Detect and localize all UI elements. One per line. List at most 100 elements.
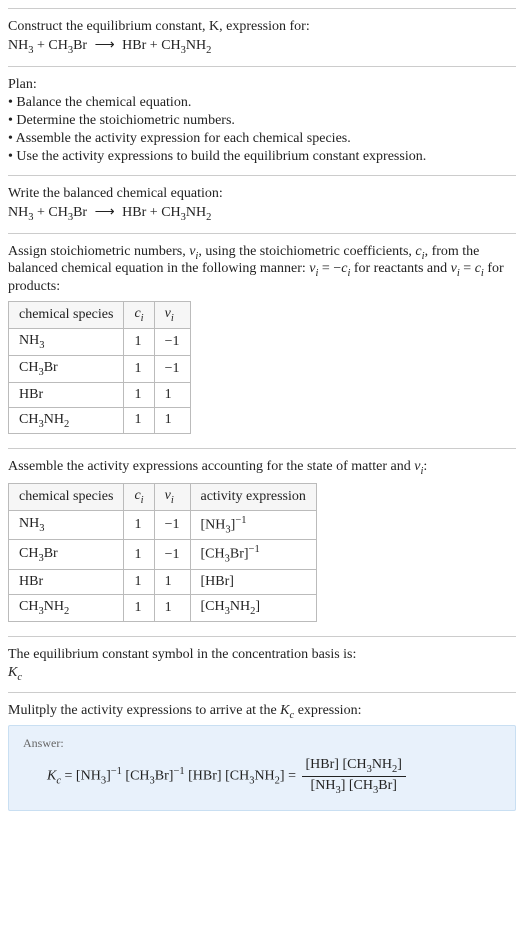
cell-activity: [HBr] (190, 569, 316, 594)
section-stoich: Assign stoichiometric numbers, νi, using… (8, 233, 516, 449)
plan-bullet-1: • Balance the chemical equation. (8, 95, 516, 111)
ans-eq2: = (285, 769, 300, 784)
th2-c-sub: i (141, 495, 144, 506)
section-activity: Assemble the activity expressions accoun… (8, 448, 516, 635)
cell-species: CH3NH2 (9, 407, 124, 434)
a4-ch: CH (19, 599, 38, 614)
section-prompt: Construct the equilibrium constant, K, e… (8, 8, 516, 66)
activity-table: chemical species ci νi activity expressi… (8, 483, 317, 622)
th-nui: νi (154, 302, 190, 329)
fraction-numerator: [HBr] [CH3NH2] (302, 757, 406, 777)
a4-nh: NH (44, 599, 64, 614)
balanced-equation: NH3 + CH3Br ⟶ HBr + CH3NH2 (8, 204, 516, 223)
cell-activity: [NH3]−1 (190, 510, 316, 539)
a1-nh: NH (19, 516, 39, 531)
th2-nu-sub: i (171, 495, 174, 506)
a1-exp-sup: −1 (235, 515, 246, 526)
ch3nh2-b: NH (186, 38, 206, 53)
a4-exp-c: ] (255, 599, 260, 614)
ans-p2b: Br] (155, 769, 174, 784)
b-plus-1: + (33, 205, 48, 220)
table-row: CH3Br 1 −1 (9, 355, 191, 382)
reaction-equation: NH3 + CH3Br ⟶ HBr + CH3NH2 (8, 37, 516, 56)
th-nu-sub: i (171, 313, 174, 324)
ans-p2sup: −1 (173, 766, 184, 777)
ans-p4a: [CH (225, 769, 249, 784)
table-row: HBr 1 1 (9, 382, 191, 407)
stoich-text: Assign stoichiometric numbers, νi, using… (8, 244, 516, 296)
ch3nh2-a: CH (161, 38, 180, 53)
plan-title: Plan: (8, 77, 516, 93)
den1b: ] (341, 778, 349, 793)
r1-nh: NH (19, 333, 39, 348)
a2-exp-a: [CH (201, 547, 225, 562)
mult-t1: Mulitply the activity expressions to arr… (8, 703, 280, 718)
section-answer: Mulitply the activity expressions to arr… (8, 692, 516, 818)
table-row: CH3Br 1 −1 [CH3Br]−1 (9, 540, 317, 569)
cell-nui: 1 (154, 407, 190, 434)
st-rel2b: = (460, 261, 475, 276)
b-hbr: HBr (122, 205, 146, 220)
a4-exp-a: [CH (201, 599, 225, 614)
cell-ci: 1 (124, 510, 154, 539)
act-title-text: Assemble the activity expressions accoun… (8, 459, 414, 474)
plan-bullet-2: • Determine the stoichiometric numbers. (8, 113, 516, 129)
a4-exp-b: NH (230, 599, 250, 614)
cell-nui: −1 (154, 510, 190, 539)
table-row: HBr 1 1 [HBr] (9, 569, 317, 594)
ans-kc: K (47, 769, 56, 784)
section-plan: Plan: • Balance the chemical equation. •… (8, 66, 516, 175)
section-kc-symbol: The equilibrium constant symbol in the c… (8, 636, 516, 693)
a2-ch: CH (19, 546, 38, 561)
fraction-denominator: [NH3] [CH3Br] (302, 777, 406, 796)
table-row: NH3 1 −1 (9, 328, 191, 355)
cell-species: NH3 (9, 328, 124, 355)
th-species: chemical species (9, 302, 124, 329)
kc-title: The equilibrium constant symbol in the c… (8, 647, 516, 663)
cell-species: CH3Br (9, 540, 124, 569)
cell-activity: [CH3NH2] (190, 594, 316, 621)
r4-nh-sub: 2 (64, 418, 69, 429)
a2-exp-sup: −1 (249, 544, 260, 555)
a1-exp-a: [NH (201, 518, 226, 533)
num2b: NH (372, 757, 392, 772)
cell-activity: [CH3Br]−1 (190, 540, 316, 569)
cell-ci: 1 (124, 540, 154, 569)
ch3br-a: CH (48, 38, 67, 53)
plan-bullet-4: • Use the activity expressions to build … (8, 149, 516, 165)
answer-label: Answer: (23, 736, 501, 751)
cell-species: HBr (9, 382, 124, 407)
r4-nh: NH (44, 412, 64, 427)
table-row: CH3NH2 1 1 [CH3NH2] (9, 594, 317, 621)
b-plus-2: + (146, 205, 161, 220)
ans-p3: [HBr] (188, 769, 221, 784)
table-row: NH3 1 −1 [NH3]−1 (9, 510, 317, 539)
cell-ci: 1 (124, 382, 154, 407)
plan-bullet-3: • Assemble the activity expression for e… (8, 131, 516, 147)
cell-species: CH3NH2 (9, 594, 124, 621)
arrow-icon: ⟶ (95, 37, 115, 54)
prompt-title: Construct the equilibrium constant, K, e… (8, 19, 516, 35)
plus-2: + (146, 38, 161, 53)
plus-1: + (33, 38, 48, 53)
b-ch3nh2-a: CH (161, 205, 180, 220)
ans-p1a: [NH (76, 769, 101, 784)
th-ci-sub: i (141, 313, 144, 324)
th-species: chemical species (9, 484, 124, 511)
cell-species: CH3Br (9, 355, 124, 382)
table-header-row: chemical species ci νi activity expressi… (9, 484, 317, 511)
prompt-title-text: Construct the equilibrium constant, K, e… (8, 19, 310, 34)
th-nui: νi (154, 484, 190, 511)
num2a: [CH (342, 757, 366, 772)
a4-nh-sub: 2 (64, 606, 69, 617)
cell-nui: 1 (154, 594, 190, 621)
st-rel1b: = − (318, 261, 341, 276)
answer-equation: Kc = [NH3]−1 [CH3Br]−1 [HBr] [CH3NH2] = … (23, 757, 501, 796)
th-activity: activity expression (190, 484, 316, 511)
ans-p4b: NH (254, 769, 274, 784)
num1: [HBr] (306, 757, 343, 772)
cell-nui: −1 (154, 328, 190, 355)
a2-exp-b: Br] (230, 547, 249, 562)
multiply-text: Mulitply the activity expressions to arr… (8, 703, 516, 721)
b-ch3nh2-sub2: 2 (206, 212, 211, 223)
